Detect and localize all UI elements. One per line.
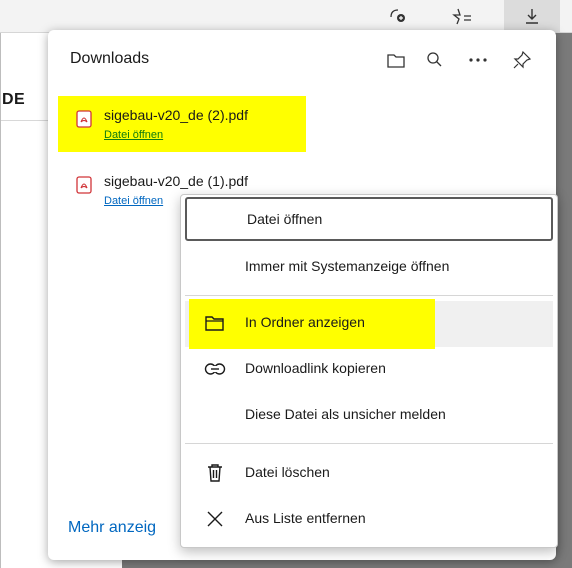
file-name[interactable]: sigebau-v20_de (1).pdf — [104, 173, 248, 189]
menu-item-label: Aus Liste entfernen — [245, 510, 366, 526]
show-more-link[interactable]: Mehr anzeig — [68, 519, 156, 537]
menu-separator — [185, 295, 553, 296]
menu-item-remove-from-list[interactable]: Aus Liste entfernen — [185, 497, 553, 541]
favorites-icon[interactable] — [442, 0, 482, 32]
highlight-marker — [58, 96, 306, 152]
menu-item-open-with-system-viewer[interactable]: Immer mit Systemanzeige öffnen — [185, 245, 553, 289]
menu-item-open-file[interactable]: Datei öffnen — [185, 197, 553, 241]
open-file-link[interactable]: Datei öffnen — [104, 195, 163, 207]
download-item[interactable]: sigebau-v20_de (2).pdf Datei öffnen — [58, 96, 348, 156]
pdf-file-icon — [76, 110, 92, 133]
link-icon — [203, 358, 227, 380]
page-text: DE — [2, 91, 26, 108]
file-name[interactable]: sigebau-v20_de (2).pdf — [104, 107, 248, 123]
pdf-file-icon — [76, 176, 92, 199]
folder-icon — [203, 312, 227, 334]
menu-item-show-in-folder[interactable]: In Ordner anzeigen — [185, 299, 553, 349]
menu-item-label: Diese Datei als unsicher melden — [245, 406, 446, 422]
menu-item-label: Immer mit Systemanzeige öffnen — [245, 258, 450, 274]
menu-item-label: Downloadlink kopieren — [245, 360, 386, 376]
pin-icon[interactable] — [508, 46, 536, 74]
search-icon[interactable] — [420, 46, 448, 74]
menu-item-label: Datei löschen — [245, 464, 330, 480]
downloads-icon[interactable] — [504, 0, 560, 32]
menu-item-delete-file[interactable]: Datei löschen — [185, 451, 553, 495]
context-menu: Datei öffnen Immer mit Systemanzeige öff… — [180, 194, 558, 548]
menu-item-label: In Ordner anzeigen — [245, 314, 365, 330]
open-file-link[interactable]: Datei öffnen — [104, 129, 163, 141]
trash-icon — [203, 462, 227, 484]
more-options-icon[interactable] — [464, 46, 492, 74]
open-folder-icon[interactable] — [382, 46, 410, 74]
close-icon — [203, 508, 227, 530]
menu-item-label: Datei öffnen — [247, 211, 323, 227]
menu-separator — [185, 443, 553, 444]
menu-item-copy-download-link[interactable]: Downloadlink kopieren — [185, 347, 553, 391]
page-border — [0, 33, 1, 568]
browser-toolbar — [0, 0, 572, 33]
panel-title: Downloads — [70, 50, 150, 67]
menu-item-report-unsafe[interactable]: Diese Datei als unsicher melden — [185, 393, 553, 437]
extensions-icon[interactable] — [378, 0, 418, 32]
